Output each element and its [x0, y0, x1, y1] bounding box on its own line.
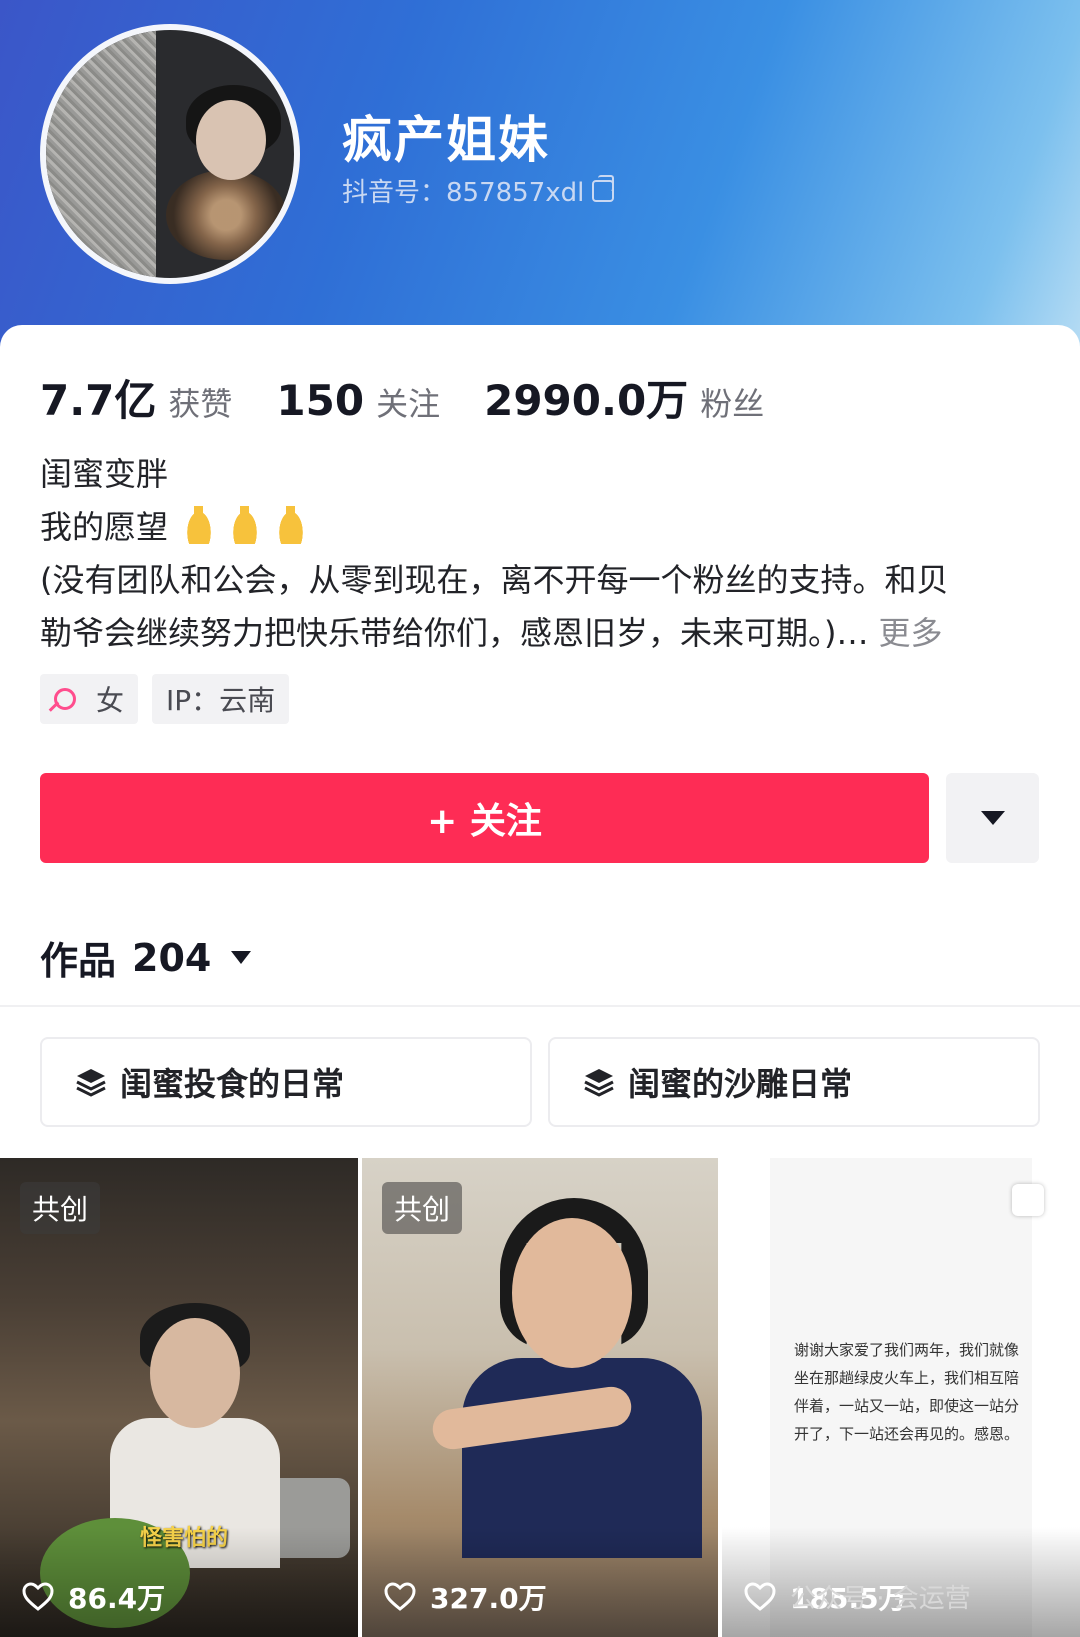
pointing-up-icon [276, 506, 307, 544]
bio-line-last: 勒爷会继续努力把快乐带给你们，感恩旧岁，未来可期。)… 更多 [40, 607, 1040, 660]
female-icon [54, 688, 76, 710]
heart-icon [744, 1582, 776, 1612]
collection-title: 闺蜜的沙雕日常 [628, 1065, 853, 1103]
collection-title: 闺蜜投食的日常 [120, 1065, 345, 1103]
video-note-text: 谢谢大家爱了我们两年，我们就像坐在那趟绿皮火车上，我们相互陪伴着，一站又一站，即… [794, 1341, 1020, 1443]
stat-label: 获赞 [168, 385, 233, 423]
video-likes-count: 327.0万 [430, 1582, 547, 1615]
cocreate-badge: 共创 [382, 1182, 463, 1234]
video-thumb-face [512, 1218, 632, 1368]
douyin-id-text: 抖音号：857857xdl [342, 178, 585, 208]
heart-icon [22, 1582, 54, 1612]
heart-icon [384, 1582, 416, 1612]
stat-label: 粉丝 [700, 385, 765, 423]
bio-line: 我的愿望 [40, 508, 169, 546]
section-divider [0, 1005, 1080, 1007]
video-likes: 327.0万 [384, 1577, 547, 1617]
pointing-up-icon [184, 506, 215, 544]
watermark-text: 公众号 · 会运营 [790, 1584, 971, 1614]
gender-text: 女 [96, 684, 125, 717]
avatar-wall [46, 30, 156, 278]
stat-value: 7.7亿 [40, 376, 157, 425]
stat-label: 关注 [376, 385, 441, 423]
copy-icon[interactable] [592, 174, 615, 202]
stat-following[interactable]: 150 关注 [276, 376, 440, 425]
works-tab[interactable]: 作品 204 [40, 930, 252, 985]
profile-tags: 女 IP：云南 [40, 674, 290, 724]
follow-button[interactable]: + 关注 [40, 773, 929, 863]
video-likes-count: 86.4万 [68, 1582, 166, 1615]
bio-line-wish: 我的愿望 [40, 501, 1040, 554]
video-thumb-face [150, 1318, 240, 1428]
video-tile[interactable]: 怪害怕的 共创 86.4万 [0, 1158, 358, 1637]
watermark: 公众号 · 会运营 [790, 1578, 971, 1615]
stat-value: 150 [276, 376, 365, 425]
collection-item[interactable]: 闺蜜的沙雕日常 [548, 1037, 1040, 1127]
avatar-face [196, 100, 266, 180]
bio-line: 勒爷会继续努力把快乐带给你们，感恩旧岁，未来可期。)… [40, 614, 869, 652]
douyin-id[interactable]: 抖音号：857857xdl [342, 172, 615, 209]
caret-down-icon [980, 811, 1005, 825]
ip-text: IP：云南 [166, 684, 276, 717]
pointing-up-icon [230, 506, 261, 544]
works-label: 作品 [40, 939, 117, 983]
profile-bio: 闺蜜变胖 我的愿望 (没有团队和公会，从零到现在，离不开每一个粉丝的支持。和贝 … [40, 448, 1040, 660]
collection-item[interactable]: 闺蜜投食的日常 [40, 1037, 532, 1127]
bio-line: 闺蜜变胖 [40, 455, 169, 493]
avatar-flowers [166, 170, 286, 260]
stat-likes[interactable]: 7.7亿 获赞 [40, 367, 232, 428]
profile-nickname: 疯产姐妹 [342, 111, 550, 169]
video-tile[interactable]: 谢谢大家爱了我们两年，我们就像坐在那趟绿皮火车上，我们相互陪伴着，一站又一站，即… [722, 1158, 1080, 1637]
bio-line: (没有团队和公会，从零到现在，离不开每一个粉丝的支持。和贝 [40, 561, 949, 599]
video-tile[interactable]: 共创 327.0万 [362, 1158, 718, 1637]
avatar[interactable] [40, 24, 300, 284]
video-likes: 86.4万 [22, 1577, 165, 1617]
works-count: 204 [132, 935, 212, 980]
caret-down-icon [231, 951, 252, 964]
follow-button-label: + 关注 [427, 801, 542, 842]
stat-value: 2990.0万 [484, 376, 689, 425]
layers-icon [584, 1069, 614, 1097]
cocreate-badge: 共创 [20, 1182, 101, 1234]
multi-select-icon [1012, 1184, 1044, 1216]
ip-tag: IP：云南 [152, 674, 290, 724]
more-options-button[interactable] [946, 773, 1039, 863]
stat-followers[interactable]: 2990.0万 粉丝 [484, 367, 764, 428]
bio-more-link[interactable]: 更多 [879, 614, 943, 652]
profile-stats: 7.7亿 获赞 150 关注 2990.0万 粉丝 [40, 367, 808, 425]
gender-tag: 女 [40, 674, 139, 724]
layers-icon [76, 1069, 106, 1097]
